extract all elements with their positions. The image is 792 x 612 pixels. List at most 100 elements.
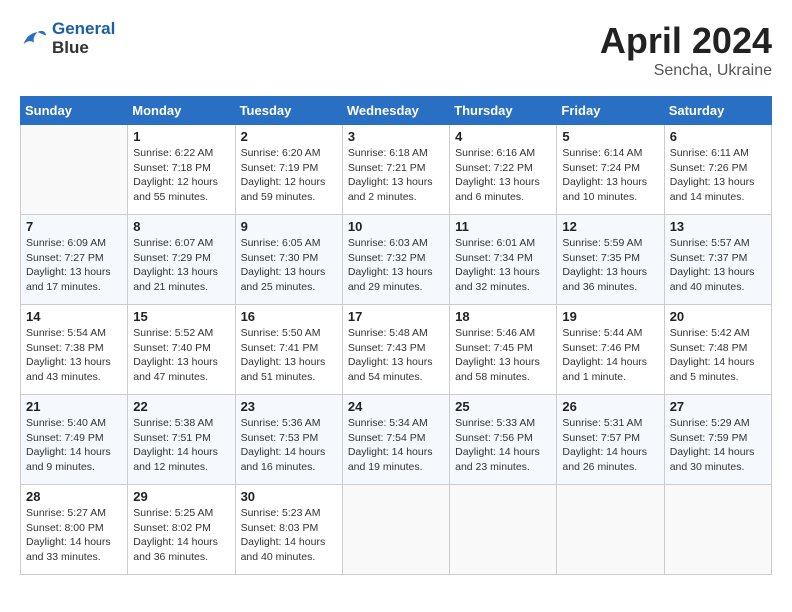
day-number: 13 (670, 219, 766, 234)
logo-text: General Blue (52, 20, 115, 57)
day-number: 16 (241, 309, 337, 324)
col-header-wednesday: Wednesday (342, 97, 449, 125)
day-info: Sunrise: 5:46 AM Sunset: 7:45 PM Dayligh… (455, 326, 551, 385)
week-row-1: 1 Sunrise: 6:22 AM Sunset: 7:18 PM Daylig… (21, 125, 772, 215)
day-info: Sunrise: 6:09 AM Sunset: 7:27 PM Dayligh… (26, 236, 122, 295)
col-header-friday: Friday (557, 97, 664, 125)
day-number: 3 (348, 129, 444, 144)
calendar-header-row: SundayMondayTuesdayWednesdayThursdayFrid… (21, 97, 772, 125)
calendar-cell: 27 Sunrise: 5:29 AM Sunset: 7:59 PM Dayli… (664, 395, 771, 485)
day-info: Sunrise: 5:36 AM Sunset: 7:53 PM Dayligh… (241, 416, 337, 475)
calendar-cell: 14 Sunrise: 5:54 AM Sunset: 7:38 PM Dayli… (21, 305, 128, 395)
calendar-cell: 13 Sunrise: 5:57 AM Sunset: 7:37 PM Dayli… (664, 215, 771, 305)
day-number: 15 (133, 309, 229, 324)
day-info: Sunrise: 6:03 AM Sunset: 7:32 PM Dayligh… (348, 236, 444, 295)
day-number: 14 (26, 309, 122, 324)
calendar-cell: 23 Sunrise: 5:36 AM Sunset: 7:53 PM Dayli… (235, 395, 342, 485)
calendar-cell: 11 Sunrise: 6:01 AM Sunset: 7:34 PM Dayli… (450, 215, 557, 305)
calendar-cell: 10Sunrise: 6:03 AM Sunset: 7:32 PM Dayli… (342, 215, 449, 305)
calendar-cell: 21 Sunrise: 5:40 AM Sunset: 7:49 PM Dayli… (21, 395, 128, 485)
day-info: Sunrise: 5:27 AM Sunset: 8:00 PM Dayligh… (26, 506, 122, 565)
day-info: Sunrise: 5:29 AM Sunset: 7:59 PM Dayligh… (670, 416, 766, 475)
day-number: 7 (26, 219, 122, 234)
week-row-3: 14 Sunrise: 5:54 AM Sunset: 7:38 PM Dayli… (21, 305, 772, 395)
col-header-monday: Monday (128, 97, 235, 125)
calendar-cell: 12 Sunrise: 5:59 AM Sunset: 7:35 PM Dayli… (557, 215, 664, 305)
day-info: Sunrise: 5:59 AM Sunset: 7:35 PM Dayligh… (562, 236, 658, 295)
calendar-cell: 17 Sunrise: 5:48 AM Sunset: 7:43 PM Dayli… (342, 305, 449, 395)
col-header-thursday: Thursday (450, 97, 557, 125)
calendar-cell: 25 Sunrise: 5:33 AM Sunset: 7:56 PM Dayli… (450, 395, 557, 485)
calendar-cell: 24Sunrise: 5:34 AM Sunset: 7:54 PM Dayli… (342, 395, 449, 485)
day-number: 6 (670, 129, 766, 144)
calendar-cell: 9 Sunrise: 6:05 AM Sunset: 7:30 PM Daylig… (235, 215, 342, 305)
day-number: 4 (455, 129, 551, 144)
day-number: 2 (241, 129, 337, 144)
calendar-title: April 2024 (600, 20, 772, 62)
day-number: 5 (562, 129, 658, 144)
day-info: Sunrise: 5:23 AM Sunset: 8:03 PM Dayligh… (241, 506, 337, 565)
calendar-cell: 19Sunrise: 5:44 AM Sunset: 7:46 PM Dayli… (557, 305, 664, 395)
calendar-cell: 26Sunrise: 5:31 AM Sunset: 7:57 PM Dayli… (557, 395, 664, 485)
day-number: 21 (26, 399, 122, 414)
day-info: Sunrise: 6:07 AM Sunset: 7:29 PM Dayligh… (133, 236, 229, 295)
day-info: Sunrise: 5:40 AM Sunset: 7:49 PM Dayligh… (26, 416, 122, 475)
day-info: Sunrise: 5:57 AM Sunset: 7:37 PM Dayligh… (670, 236, 766, 295)
day-info: Sunrise: 6:14 AM Sunset: 7:24 PM Dayligh… (562, 146, 658, 205)
calendar-cell: 6 Sunrise: 6:11 AM Sunset: 7:26 PM Daylig… (664, 125, 771, 215)
day-info: Sunrise: 6:05 AM Sunset: 7:30 PM Dayligh… (241, 236, 337, 295)
day-info: Sunrise: 6:22 AM Sunset: 7:18 PM Dayligh… (133, 146, 229, 205)
calendar-table: SundayMondayTuesdayWednesdayThursdayFrid… (20, 96, 772, 575)
day-number: 12 (562, 219, 658, 234)
calendar-cell: 18 Sunrise: 5:46 AM Sunset: 7:45 PM Dayli… (450, 305, 557, 395)
day-number: 11 (455, 219, 551, 234)
day-info: Sunrise: 5:42 AM Sunset: 7:48 PM Dayligh… (670, 326, 766, 385)
day-info: Sunrise: 5:48 AM Sunset: 7:43 PM Dayligh… (348, 326, 444, 385)
calendar-cell (557, 485, 664, 575)
day-number: 1 (133, 129, 229, 144)
calendar-cell: 4 Sunrise: 6:16 AM Sunset: 7:22 PM Daylig… (450, 125, 557, 215)
day-info: Sunrise: 6:11 AM Sunset: 7:26 PM Dayligh… (670, 146, 766, 205)
calendar-cell: 5 Sunrise: 6:14 AM Sunset: 7:24 PM Daylig… (557, 125, 664, 215)
day-number: 8 (133, 219, 229, 234)
day-number: 18 (455, 309, 551, 324)
col-header-tuesday: Tuesday (235, 97, 342, 125)
calendar-cell: 2Sunrise: 6:20 AM Sunset: 7:19 PM Daylig… (235, 125, 342, 215)
day-number: 29 (133, 489, 229, 504)
title-block: April 2024 Sencha, Ukraine (600, 20, 772, 80)
week-row-5: 28Sunrise: 5:27 AM Sunset: 8:00 PM Dayli… (21, 485, 772, 575)
calendar-subtitle: Sencha, Ukraine (600, 62, 772, 80)
col-header-saturday: Saturday (664, 97, 771, 125)
calendar-cell: 16 Sunrise: 5:50 AM Sunset: 7:41 PM Dayli… (235, 305, 342, 395)
calendar-cell: 1 Sunrise: 6:22 AM Sunset: 7:18 PM Daylig… (128, 125, 235, 215)
calendar-cell (450, 485, 557, 575)
day-info: Sunrise: 5:52 AM Sunset: 7:40 PM Dayligh… (133, 326, 229, 385)
day-number: 23 (241, 399, 337, 414)
calendar-cell (342, 485, 449, 575)
day-info: Sunrise: 6:16 AM Sunset: 7:22 PM Dayligh… (455, 146, 551, 205)
calendar-cell: 3 Sunrise: 6:18 AM Sunset: 7:21 PM Daylig… (342, 125, 449, 215)
day-info: Sunrise: 5:38 AM Sunset: 7:51 PM Dayligh… (133, 416, 229, 475)
day-number: 30 (241, 489, 337, 504)
day-info: Sunrise: 5:50 AM Sunset: 7:41 PM Dayligh… (241, 326, 337, 385)
day-info: Sunrise: 5:25 AM Sunset: 8:02 PM Dayligh… (133, 506, 229, 565)
day-info: Sunrise: 5:54 AM Sunset: 7:38 PM Dayligh… (26, 326, 122, 385)
day-number: 25 (455, 399, 551, 414)
day-info: Sunrise: 5:33 AM Sunset: 7:56 PM Dayligh… (455, 416, 551, 475)
calendar-cell: 20Sunrise: 5:42 AM Sunset: 7:48 PM Dayli… (664, 305, 771, 395)
day-info: Sunrise: 6:18 AM Sunset: 7:21 PM Dayligh… (348, 146, 444, 205)
day-number: 9 (241, 219, 337, 234)
calendar-cell (21, 125, 128, 215)
day-number: 22 (133, 399, 229, 414)
day-number: 19 (562, 309, 658, 324)
calendar-cell: 30 Sunrise: 5:23 AM Sunset: 8:03 PM Dayli… (235, 485, 342, 575)
day-info: Sunrise: 6:01 AM Sunset: 7:34 PM Dayligh… (455, 236, 551, 295)
calendar-cell: 22 Sunrise: 5:38 AM Sunset: 7:51 PM Dayli… (128, 395, 235, 485)
calendar-cell: 8 Sunrise: 6:07 AM Sunset: 7:29 PM Daylig… (128, 215, 235, 305)
calendar-cell (664, 485, 771, 575)
week-row-4: 21 Sunrise: 5:40 AM Sunset: 7:49 PM Dayli… (21, 395, 772, 485)
col-header-sunday: Sunday (21, 97, 128, 125)
page-header: General Blue April 2024 Sencha, Ukraine (20, 20, 772, 80)
day-number: 17 (348, 309, 444, 324)
day-number: 27 (670, 399, 766, 414)
